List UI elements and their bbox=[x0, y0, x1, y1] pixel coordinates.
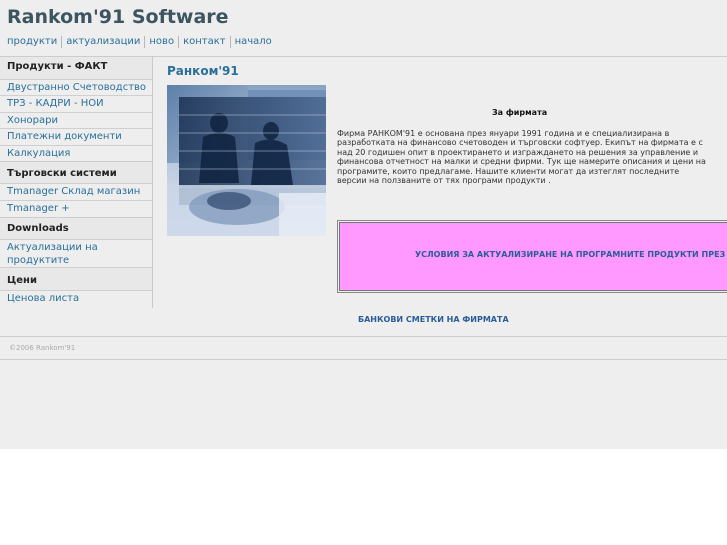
about-heading: За фирмата bbox=[492, 108, 548, 117]
site-title: Rankom'91 Software bbox=[7, 6, 229, 28]
nav-link-products[interactable]: продукти bbox=[7, 36, 61, 48]
sidebar-item-price-list[interactable]: Ценова листа bbox=[0, 290, 152, 308]
hero-image bbox=[167, 85, 326, 236]
sidebar-item-double-entry[interactable]: Двустранно Счетоводство bbox=[0, 79, 152, 95]
sidebar-heading-downloads: Downloads bbox=[7, 223, 69, 234]
top-navigation: продукти актуализации ново контакт начало bbox=[7, 36, 276, 49]
sidebar: Продукти - ФАКТ Двустранно Счетоводство … bbox=[0, 57, 153, 308]
sidebar-item-fees[interactable]: Хонорари bbox=[0, 112, 152, 128]
sidebar-heading-trade-systems: Търговски системи bbox=[7, 168, 117, 179]
sidebar-heading-products: Продукти - ФАКТ bbox=[7, 61, 108, 72]
update-conditions-link[interactable]: УСЛОВИЯ ЗА АКТУАЛИЗИРАНЕ НА ПРОГРАМНИТЕ … bbox=[415, 250, 727, 259]
nav-link-updates[interactable]: актуализации bbox=[61, 36, 144, 48]
nav-link-news[interactable]: ново bbox=[144, 36, 178, 48]
copyright-text: ©2006 Rankom'91 bbox=[9, 344, 76, 352]
sidebar-item-payment-docs[interactable]: Платежни документи bbox=[0, 128, 152, 145]
promo-box: УСЛОВИЯ ЗА АКТУАЛИЗИРАНЕ НА ПРОГРАМНИТЕ … bbox=[337, 220, 727, 293]
sidebar-item-payroll[interactable]: ТРЗ - КАДРИ - НОИ bbox=[0, 95, 152, 112]
nav-link-home[interactable]: начало bbox=[229, 36, 276, 48]
main-content: Ранком'91 За фирмата Фирма РАНКОМ'91 е о… bbox=[153, 57, 727, 335]
promo-banner: УСЛОВИЯ ЗА АКТУАЛИЗИРАНЕ НА ПРОГРАМНИТЕ … bbox=[339, 222, 727, 291]
sidebar-heading-prices: Цени bbox=[7, 275, 37, 286]
sidebar-divider bbox=[0, 267, 152, 268]
sidebar-item-product-updates[interactable]: Актуализации на продуктите bbox=[0, 239, 152, 267]
sidebar-divider bbox=[0, 217, 152, 218]
page: Rankom'91 Software продукти актуализации н… bbox=[0, 0, 727, 449]
nav-link-contact[interactable]: контакт bbox=[178, 36, 230, 48]
sidebar-divider bbox=[0, 161, 152, 162]
page-title: Ранком'91 bbox=[167, 64, 239, 78]
sidebar-item-tmanager-store[interactable]: Tmanager Склад магазин bbox=[0, 183, 152, 200]
header: Rankom'91 Software продукти актуализации н… bbox=[0, 0, 727, 57]
bank-accounts-link[interactable]: БАНКОВИ СМЕТКИ НА ФИРМАТА bbox=[358, 315, 509, 324]
sidebar-item-tmanager-plus[interactable]: Tmanager + bbox=[0, 200, 152, 217]
footer: ©2006 Rankom'91 bbox=[0, 336, 727, 360]
sidebar-item-calculation[interactable]: Калкулация bbox=[0, 145, 152, 161]
about-text: Фирма РАНКОМ'91 е основана през януари 1… bbox=[337, 129, 706, 186]
